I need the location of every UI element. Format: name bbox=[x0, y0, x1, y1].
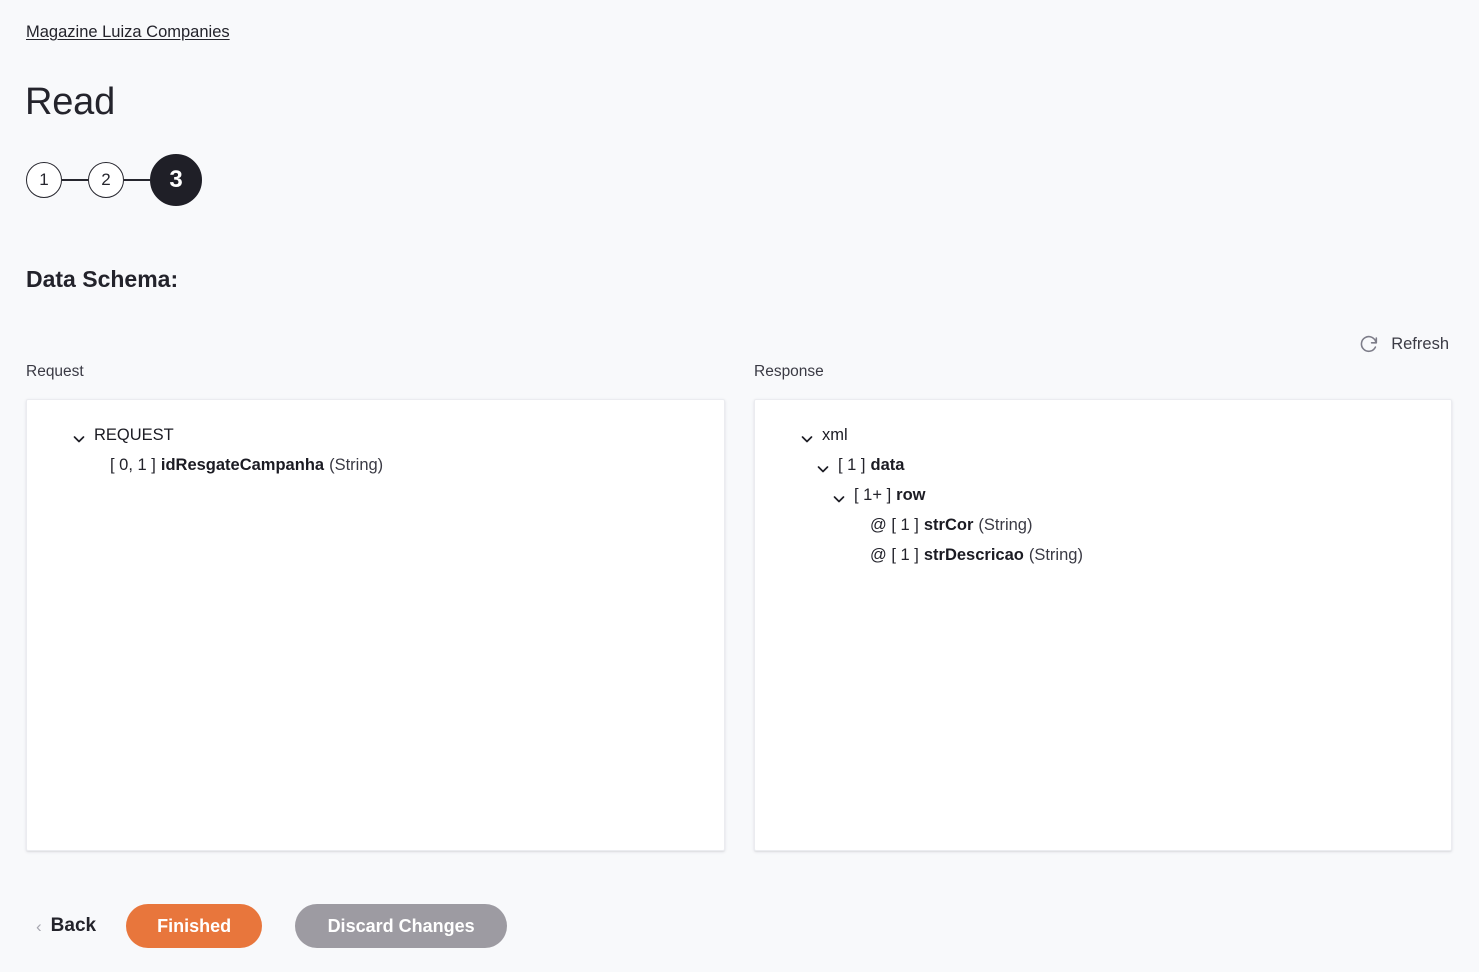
tree-node-label: REQUEST bbox=[94, 426, 174, 444]
refresh-label: Refresh bbox=[1391, 335, 1449, 353]
footer-actions: ‹ Back Finished Discard Changes bbox=[0, 898, 1479, 954]
chevron-down-icon[interactable] bbox=[71, 427, 87, 443]
response-column-label: Response bbox=[754, 363, 824, 380]
tree-node-label: data bbox=[870, 456, 905, 474]
request-column-label: Request bbox=[26, 363, 84, 380]
tree-node-cardinality: [ 1+ ] bbox=[854, 486, 892, 504]
tree-node-label: idResgateCampanha bbox=[160, 456, 325, 474]
tree-node-data[interactable]: [ 1 ] data bbox=[755, 450, 1451, 480]
discard-changes-button[interactable]: Discard Changes bbox=[295, 904, 508, 948]
refresh-icon bbox=[1358, 333, 1380, 355]
back-button[interactable]: ‹ Back bbox=[36, 915, 96, 937]
tree-node-cardinality: [ 0, 1 ] bbox=[110, 456, 156, 474]
tree-node-label: strDescricao bbox=[923, 546, 1024, 564]
response-tree: xml [ 1 ] data [ 1+ ] row @ [1] strCor… bbox=[755, 420, 1451, 570]
chevron-down-icon[interactable] bbox=[799, 427, 815, 443]
chevron-left-icon: ‹ bbox=[36, 916, 42, 936]
stepper-step-3[interactable]: 3 bbox=[150, 154, 202, 206]
stepper-connector-2 bbox=[124, 179, 150, 181]
breadcrumb-link-magazine-luiza-companies[interactable]: Magazine Luiza Companies bbox=[26, 21, 230, 43]
tree-node-idresgatecampanha[interactable]: [ 0, 1 ] idResgateCampanha (String) bbox=[27, 450, 724, 480]
section-title-data-schema: Data Schema: bbox=[26, 266, 179, 292]
page-title: Read bbox=[25, 81, 116, 123]
request-schema-panel: REQUEST [ 0, 1 ] idResgateCampanha (Stri… bbox=[26, 399, 725, 851]
tree-node-strcor[interactable]: @ [ 1 ] strCor (String) bbox=[755, 510, 1451, 540]
stepper-connector-1 bbox=[62, 179, 88, 181]
response-schema-panel: xml [ 1 ] data [ 1+ ] row @ [1] strCor… bbox=[754, 399, 1452, 851]
stepper-step-2[interactable]: 2 bbox=[88, 162, 124, 198]
tree-node-cardinality: [ 1 ] bbox=[838, 456, 866, 474]
tree-node-xml[interactable]: xml bbox=[755, 420, 1451, 450]
tree-node-datatype: (String) bbox=[978, 516, 1033, 534]
tree-node-strdescricao[interactable]: @ [ 1 ] strDescricao (String) bbox=[755, 540, 1451, 570]
tree-node-cardinality: @ [ 1 ] bbox=[870, 516, 919, 534]
tree-node-cardinality: @ [ 1 ] bbox=[870, 546, 919, 564]
read-data-schema-page: Magazine Luiza Companies Read 1 2 3 Data… bbox=[0, 0, 1479, 972]
tree-node-datatype: (String) bbox=[329, 456, 384, 474]
tree-node-row[interactable]: [ 1+ ] row bbox=[755, 480, 1451, 510]
tree-node-datatype: (String) bbox=[1028, 546, 1083, 564]
tree-node-label: strCor bbox=[923, 516, 974, 534]
refresh-button[interactable]: Refresh bbox=[1356, 331, 1451, 357]
chevron-down-icon[interactable] bbox=[831, 487, 847, 503]
back-label: Back bbox=[50, 915, 97, 936]
tree-node-request[interactable]: REQUEST bbox=[27, 420, 724, 450]
request-tree: REQUEST [ 0, 1 ] idResgateCampanha (Stri… bbox=[27, 420, 724, 480]
chevron-down-icon[interactable] bbox=[815, 457, 831, 473]
stepper-step-1[interactable]: 1 bbox=[26, 162, 62, 198]
tree-node-label: row bbox=[896, 486, 926, 504]
stepper: 1 2 3 bbox=[26, 152, 202, 208]
finished-button[interactable]: Finished bbox=[126, 904, 263, 948]
tree-node-label: xml bbox=[822, 426, 848, 444]
